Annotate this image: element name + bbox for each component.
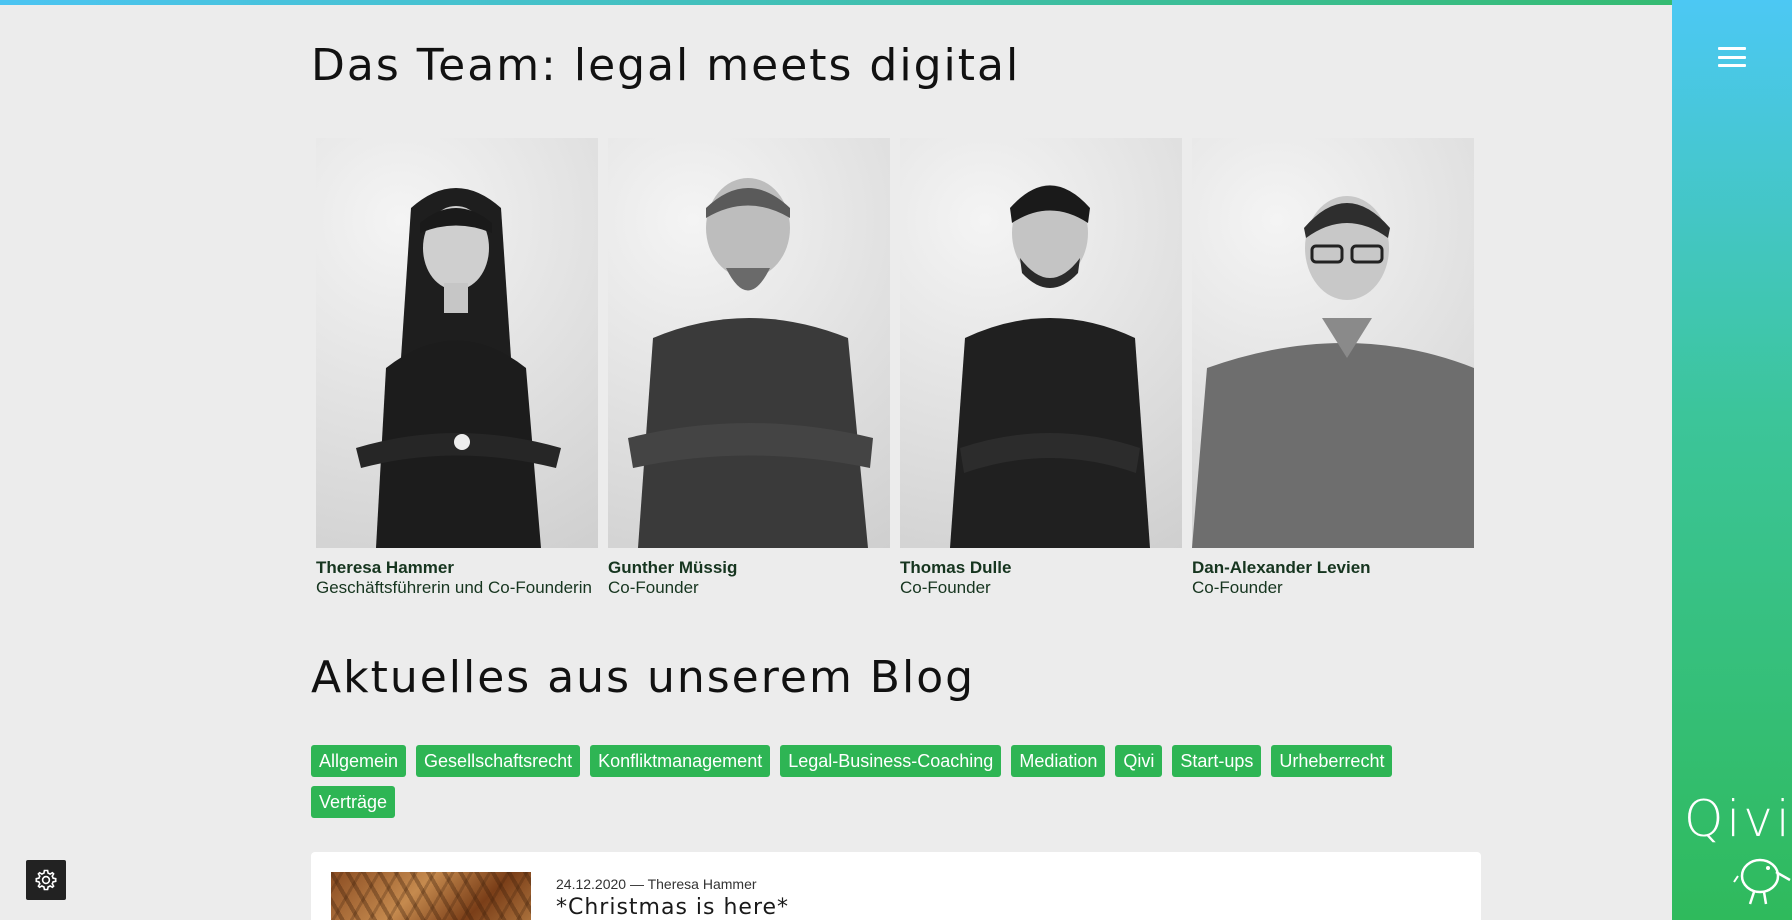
brand-name: Qivi bbox=[1684, 790, 1792, 848]
member-photo bbox=[316, 138, 598, 548]
hamburger-icon bbox=[1718, 64, 1746, 67]
team-member: Theresa Hammer Geschäftsführerin und Co-… bbox=[316, 138, 598, 598]
member-role: Co-Founder bbox=[900, 578, 991, 597]
cookie-settings-button[interactable] bbox=[26, 860, 66, 900]
blog-post-card[interactable]: 24.12.2020 — Theresa Hammer *Christmas i… bbox=[311, 852, 1481, 920]
member-name: Dan-Alexander Levien bbox=[1192, 558, 1371, 577]
member-name: Thomas Dulle bbox=[900, 558, 1012, 577]
team-member: Thomas Dulle Co-Founder bbox=[900, 138, 1182, 598]
team-member: Gunther Müssig Co-Founder bbox=[608, 138, 890, 598]
member-role: Co-Founder bbox=[608, 578, 699, 597]
sidebar: Qivi bbox=[1672, 0, 1792, 920]
category-tag-legal-business-coaching[interactable]: Legal-Business-Coaching bbox=[780, 745, 1002, 777]
member-name: Theresa Hammer bbox=[316, 558, 454, 577]
gear-icon bbox=[35, 869, 57, 891]
team-member: Dan-Alexander Levien Co-Founder bbox=[1192, 138, 1474, 598]
category-tag-allgemein[interactable]: Allgemein bbox=[311, 745, 407, 777]
member-role: Co-Founder bbox=[1192, 578, 1283, 597]
member-photo bbox=[1192, 138, 1474, 548]
blog-category-list: Allgemein Gesellschaftsrecht Konfliktman… bbox=[311, 745, 1481, 818]
member-photo bbox=[608, 138, 890, 548]
category-tag-konfliktmanagement[interactable]: Konfliktmanagement bbox=[590, 745, 771, 777]
hamburger-icon bbox=[1718, 47, 1746, 50]
category-tag-gesellschaftsrecht[interactable]: Gesellschaftsrecht bbox=[416, 745, 581, 777]
team-section-title: Das Team: legal meets digital bbox=[311, 40, 1021, 91]
member-name: Gunther Müssig bbox=[608, 558, 738, 577]
category-tag-start-ups[interactable]: Start-ups bbox=[1172, 745, 1262, 777]
category-tag-urheberrecht[interactable]: Urheberrecht bbox=[1271, 745, 1393, 777]
menu-button[interactable] bbox=[1716, 44, 1748, 70]
category-tag-qivi[interactable]: Qivi bbox=[1115, 745, 1163, 777]
kiwi-bird-icon bbox=[1733, 858, 1791, 905]
post-thumbnail[interactable] bbox=[331, 872, 531, 920]
member-photo bbox=[900, 138, 1182, 548]
top-accent-bar bbox=[0, 0, 1672, 5]
member-role: Geschäftsführerin und Co-Founderin bbox=[316, 578, 592, 597]
blog-section-title: Aktuelles aus unserem Blog bbox=[311, 652, 976, 703]
team-grid: Theresa Hammer Geschäftsführerin und Co-… bbox=[316, 138, 1481, 598]
post-meta: 24.12.2020 — Theresa Hammer bbox=[556, 876, 757, 892]
category-tag-vertraege[interactable]: Verträge bbox=[311, 786, 396, 818]
brand-logo[interactable]: Qivi bbox=[1680, 788, 1792, 920]
post-title[interactable]: *Christmas is here* bbox=[556, 895, 789, 920]
hamburger-icon bbox=[1718, 55, 1746, 59]
category-tag-mediation[interactable]: Mediation bbox=[1011, 745, 1106, 777]
